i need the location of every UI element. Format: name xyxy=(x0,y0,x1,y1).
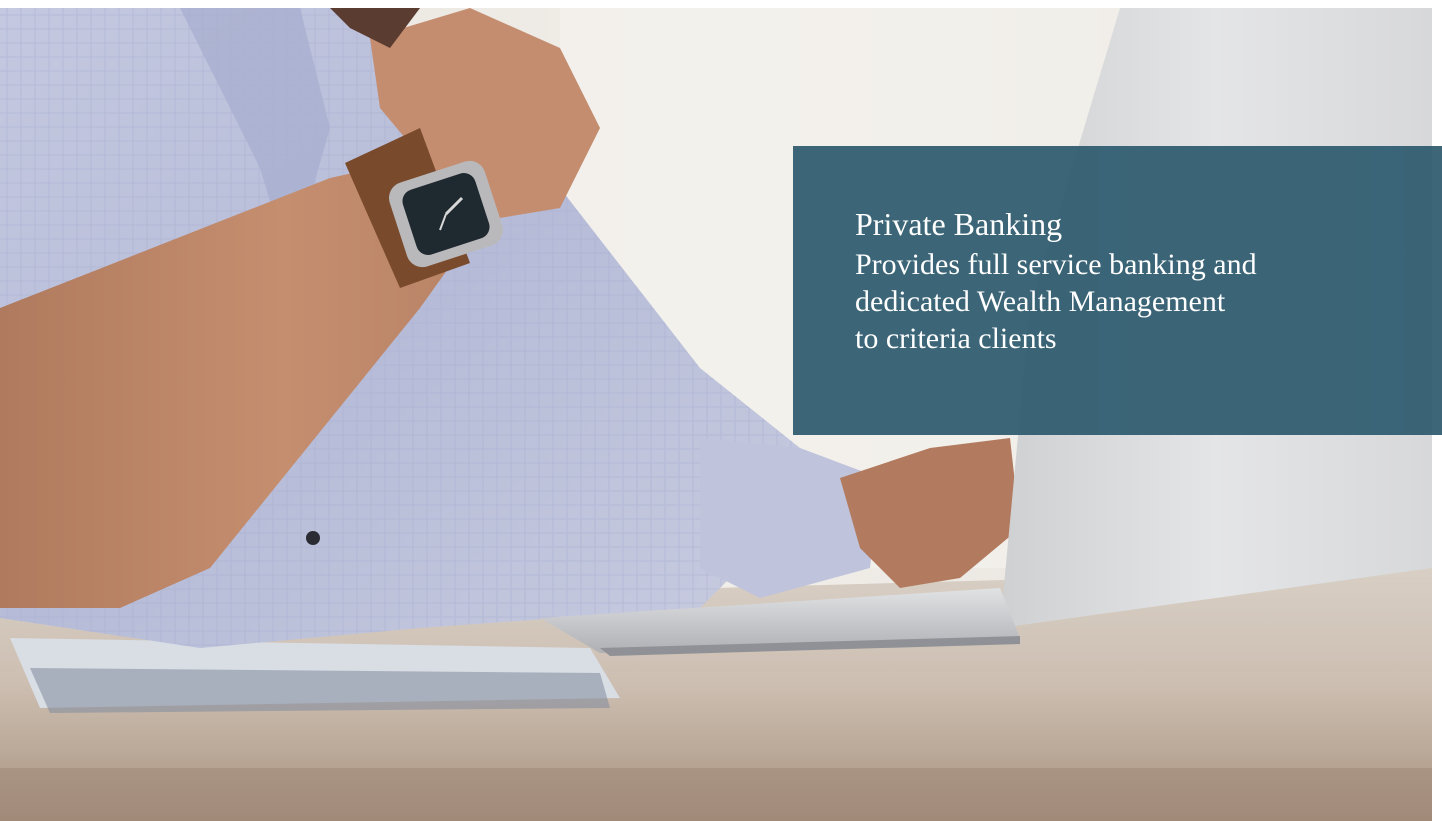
hero-banner: Private Banking Provides full service ba… xyxy=(0,0,1442,821)
panel-description: Provides full service banking and dedica… xyxy=(855,248,1257,355)
panel-title: Private Banking xyxy=(855,206,1063,242)
private-banking-panel: Private Banking Provides full service ba… xyxy=(793,146,1442,435)
